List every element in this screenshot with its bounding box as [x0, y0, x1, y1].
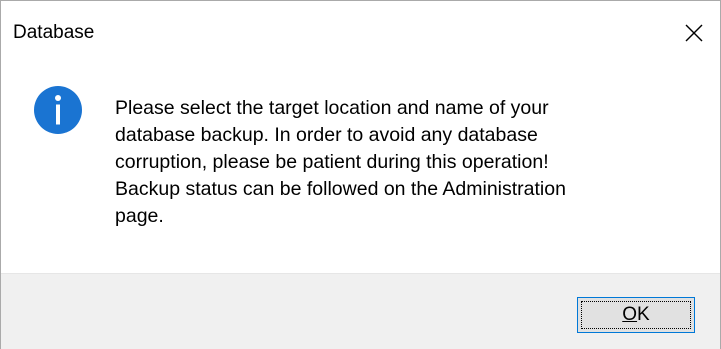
ok-mnemonic: O: [622, 304, 638, 325]
message-line: corruption, please be patient during thi…: [115, 151, 549, 173]
info-icon: [34, 86, 82, 134]
message-line: database backup. In order to avoid any d…: [115, 124, 538, 146]
dialog-content: Please select the target location and na…: [1, 65, 720, 273]
message-line: Please select the target location and na…: [115, 97, 549, 119]
close-button[interactable]: [670, 1, 720, 65]
ok-button[interactable]: OK: [577, 297, 695, 333]
window-title: Database: [13, 22, 95, 43]
message-dialog: Database Please select the target locati…: [0, 0, 721, 349]
ok-button-label: OK: [578, 298, 694, 332]
message-text: Please select the target location and na…: [115, 95, 675, 230]
title-bar[interactable]: Database: [1, 1, 720, 65]
message-line: Backup status can be followed on the Adm…: [115, 178, 566, 200]
message-line: page.: [115, 205, 164, 227]
ok-label-rest: K: [637, 304, 650, 325]
close-icon: [685, 24, 703, 42]
button-bar: OK: [1, 273, 720, 349]
